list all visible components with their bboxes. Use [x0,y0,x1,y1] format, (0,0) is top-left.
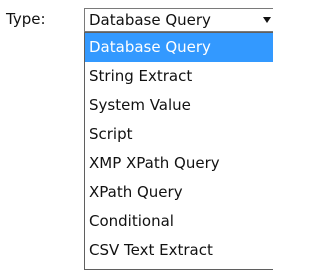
type-dropdown[interactable]: Database Query [84,8,273,32]
type-option-xmp-xpath-query[interactable]: XMP XPath Query [85,149,273,178]
type-option-database-query[interactable]: Database Query [85,33,273,62]
type-options-list[interactable]: Database Query String Extract System Val… [84,32,273,270]
type-dropdown-value: Database Query [89,11,211,29]
type-label: Type: [6,10,46,28]
type-option-string-extract[interactable]: String Extract [85,62,273,91]
type-option-conditional[interactable]: Conditional [85,207,273,236]
type-selector-panel: Type: Database Query Database Query Stri… [0,0,273,275]
type-option-script[interactable]: Script [85,120,273,149]
type-option-xpath-query[interactable]: XPath Query [85,178,273,207]
type-option-csv-text-extract[interactable]: CSV Text Extract [85,236,273,265]
dropdown-arrow-icon[interactable] [263,17,271,23]
type-option-system-value[interactable]: System Value [85,91,273,120]
